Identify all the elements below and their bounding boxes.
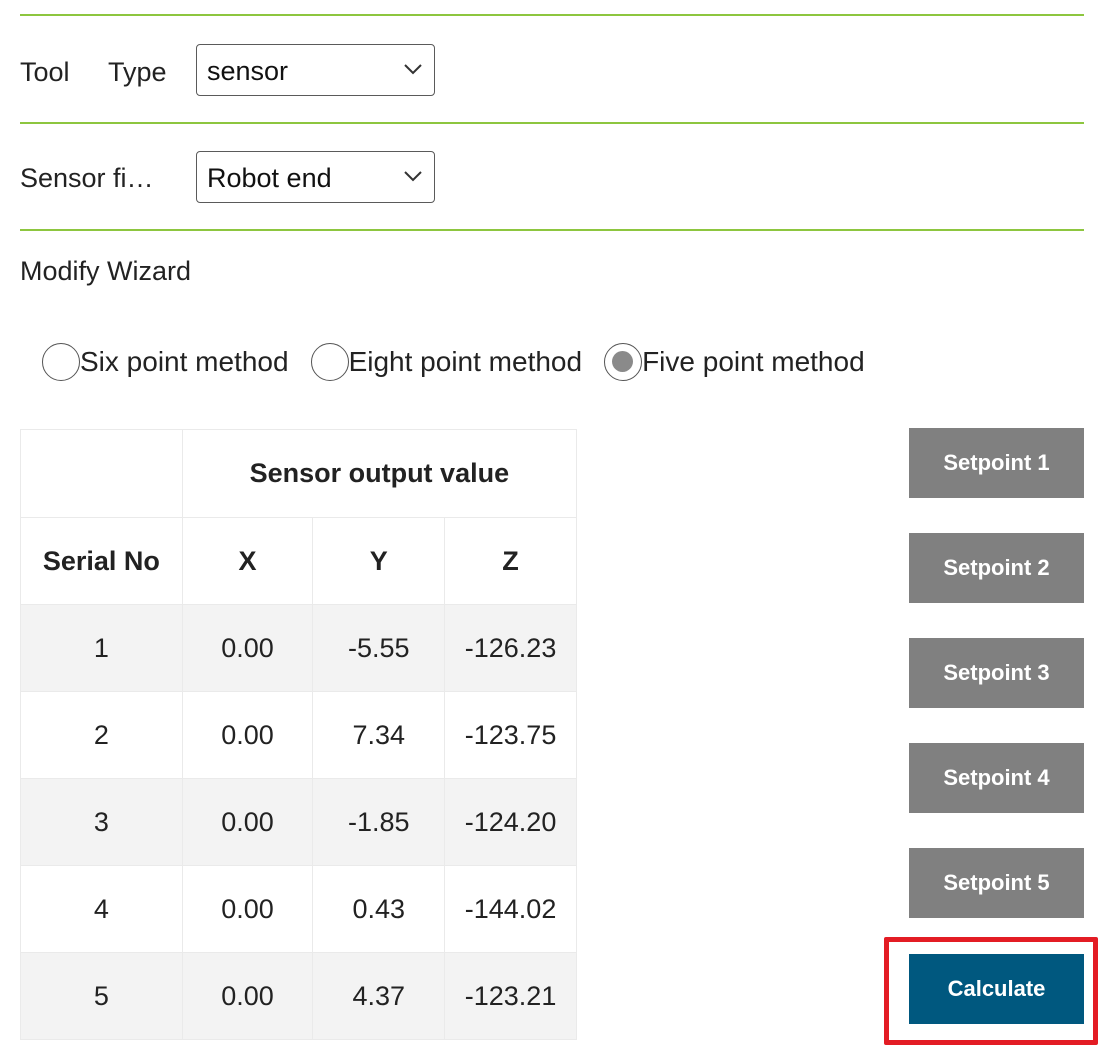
type-label: Type xyxy=(108,57,167,87)
chevron-down-icon xyxy=(404,171,422,182)
radio-label: Six point method xyxy=(80,346,289,377)
setpoint-4-button[interactable]: Setpoint 4 xyxy=(909,743,1084,813)
serial-header: Serial No xyxy=(20,517,183,605)
tool-calibration-panel: Tool Type sensor Sensor fi… Robot end Mo… xyxy=(0,0,1103,1060)
y-header: Y xyxy=(312,517,446,605)
sensor-output-header: Sensor output value xyxy=(181,429,578,518)
wizard-title: Modify Wizard xyxy=(20,256,192,286)
table-header-row: Serial No X Y Z xyxy=(20,517,577,605)
x-cell: 0.00 xyxy=(181,604,314,692)
z-header: Z xyxy=(444,517,577,605)
radio-button-selected[interactable] xyxy=(604,343,643,381)
z-cell: -144.02 xyxy=(444,865,577,953)
radio-button[interactable] xyxy=(310,343,349,381)
x-cell: 0.00 xyxy=(181,691,314,779)
setpoint-2-button[interactable]: Setpoint 2 xyxy=(909,533,1084,603)
y-cell: -1.85 xyxy=(312,778,446,866)
tool-type-select[interactable]: sensor xyxy=(196,44,435,96)
setpoint-3-button[interactable]: Setpoint 3 xyxy=(909,638,1084,708)
table-row: 1 0.00 -5.55 -126.23 xyxy=(20,604,577,692)
radio-five-point[interactable]: Five point method xyxy=(604,343,865,381)
x-header: X xyxy=(181,517,314,605)
tool-label: Tool xyxy=(20,57,70,87)
x-cell: 0.00 xyxy=(181,865,314,953)
method-radio-group: Six point method Eight point method Five… xyxy=(42,342,887,382)
radio-button[interactable] xyxy=(42,343,80,381)
z-cell: -126.23 xyxy=(444,604,577,692)
sensor-fixing-value: Robot end xyxy=(207,163,332,193)
radio-eight-point[interactable]: Eight point method xyxy=(310,343,583,381)
serial-cell: 2 xyxy=(20,691,183,779)
table-row: 4 0.00 0.43 -144.02 xyxy=(20,865,577,953)
serial-cell: 5 xyxy=(20,952,183,1040)
z-cell: -123.21 xyxy=(444,952,577,1040)
setpoint-1-button[interactable]: Setpoint 1 xyxy=(909,428,1084,498)
tool-type-value: sensor xyxy=(207,56,289,86)
z-cell: -124.20 xyxy=(444,778,577,866)
y-cell: -5.55 xyxy=(312,604,446,692)
chevron-down-icon xyxy=(404,64,422,75)
y-cell: 4.37 xyxy=(312,952,446,1040)
x-cell: 0.00 xyxy=(181,778,314,866)
serial-cell: 3 xyxy=(20,778,183,866)
radio-label: Five point method xyxy=(642,346,865,377)
serial-cell: 1 xyxy=(20,604,183,692)
sensor-fixing-select[interactable]: Robot end xyxy=(196,151,435,203)
z-cell: -123.75 xyxy=(444,691,577,779)
table-row: 3 0.00 -1.85 -124.20 xyxy=(20,778,577,866)
table-header-empty xyxy=(20,429,183,518)
serial-cell: 4 xyxy=(20,865,183,953)
y-cell: 0.43 xyxy=(312,865,446,953)
table-row: 5 0.00 4.37 -123.21 xyxy=(20,952,577,1040)
sensor-fixing-label: Sensor fi… xyxy=(20,163,154,193)
table-row: 2 0.00 7.34 -123.75 xyxy=(20,691,577,779)
radio-six-point[interactable]: Six point method xyxy=(42,343,289,381)
divider xyxy=(20,122,1084,124)
sensor-output-table: Sensor output value Serial No X Y Z 1 0.… xyxy=(20,429,578,1040)
divider xyxy=(20,14,1084,16)
setpoint-5-button[interactable]: Setpoint 5 xyxy=(909,848,1084,918)
y-cell: 7.34 xyxy=(312,691,446,779)
divider xyxy=(20,229,1084,231)
table-header-row: Sensor output value xyxy=(20,429,578,518)
radio-label: Eight point method xyxy=(348,346,583,377)
x-cell: 0.00 xyxy=(181,952,314,1040)
calculate-button[interactable]: Calculate xyxy=(909,954,1084,1024)
